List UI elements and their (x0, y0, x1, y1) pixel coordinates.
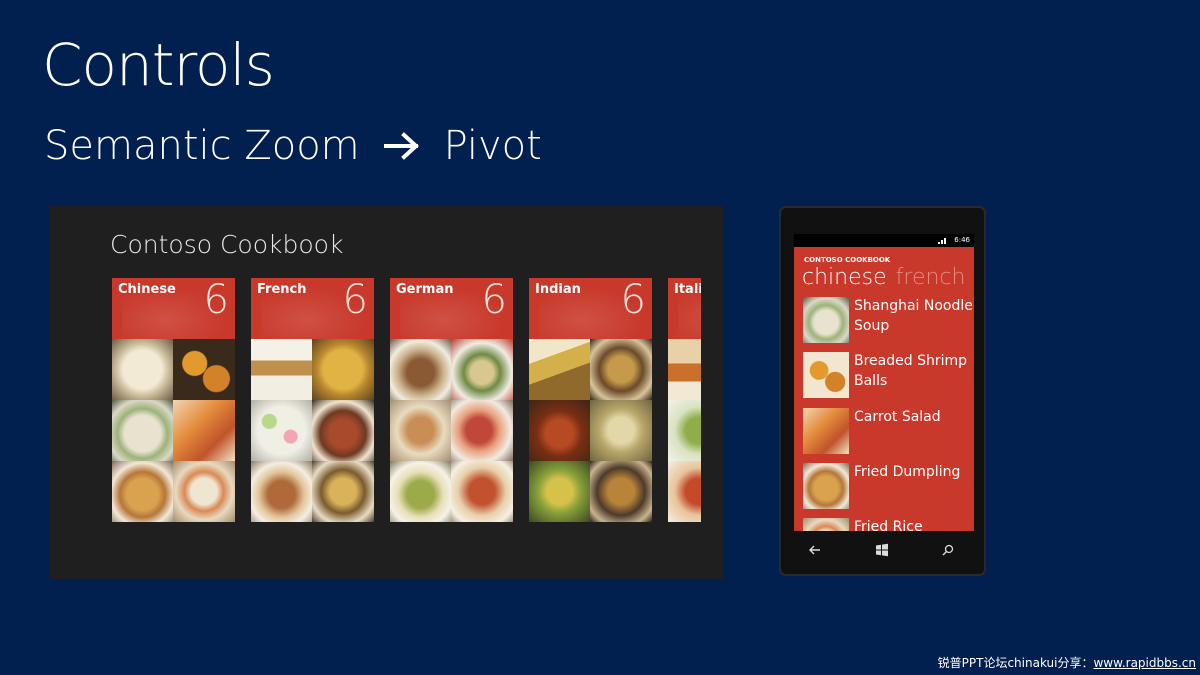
subtitle-semantic-zoom: Semantic Zoom (44, 123, 360, 169)
recipe-image[interactable] (529, 461, 590, 522)
dish-image (803, 463, 849, 509)
recipe-image[interactable] (590, 461, 652, 522)
slide-title: Controls (42, 31, 275, 99)
windows-start-icon[interactable] (875, 543, 889, 557)
status-time: 6:46 (954, 236, 970, 244)
search-icon[interactable] (941, 543, 955, 557)
phone-app-title: CONTOSO COOKBOOK (804, 256, 891, 264)
dish-image (803, 408, 849, 454)
group-indian[interactable]: Indian 6 (529, 278, 652, 522)
recipe-image[interactable] (451, 461, 513, 522)
recipe-image[interactable] (312, 400, 374, 461)
footer-link[interactable]: www.rapidbbs.cn (1093, 656, 1196, 670)
windows-phone: 6:46 CONTOSO COOKBOOK chinese french ger… (779, 206, 986, 576)
pivot-header[interactable]: chinese french german (802, 265, 974, 290)
slide-subtitle: Semantic Zoom Pivot (44, 122, 542, 170)
recipe-image[interactable] (312, 461, 374, 522)
dish-image (803, 518, 849, 531)
footer-text: 锐普PPT论坛chinakui分享： (937, 656, 1094, 670)
recipe-image[interactable] (668, 461, 701, 522)
recipe-image[interactable] (112, 461, 173, 522)
recipe-image[interactable] (390, 461, 451, 522)
right-arrow-icon (383, 132, 419, 160)
dish-name: Shanghai Noodle Soup (854, 298, 973, 334)
recipe-image[interactable] (390, 400, 451, 461)
group-name: French (257, 282, 307, 297)
recipe-image[interactable] (112, 339, 173, 400)
dish-image (803, 352, 849, 398)
dish-item[interactable]: Shanghai Noodle Soup (803, 297, 973, 345)
dish-name: Fried Rice (854, 519, 923, 531)
group-french[interactable]: French 6 (251, 278, 374, 522)
group-count: 6 (203, 278, 229, 323)
pivot-item-french[interactable]: french (896, 265, 966, 290)
group-italian[interactable]: Italian (668, 278, 701, 522)
phone-nav-bar (781, 540, 984, 562)
group-count: 6 (481, 278, 507, 323)
recipe-image[interactable] (112, 400, 173, 461)
group-count: 6 (342, 278, 368, 323)
group-chinese[interactable]: Chinese 6 (112, 278, 235, 522)
group-count: 6 (620, 278, 646, 323)
recipe-image[interactable] (451, 400, 513, 461)
group-name: Indian (535, 282, 581, 297)
dish-item[interactable]: Breaded Shrimp Balls (803, 352, 973, 400)
recipe-image[interactable] (590, 400, 652, 461)
dish-name: Fried Dumpling (854, 464, 961, 480)
signal-icon (938, 238, 946, 244)
recipe-image[interactable] (529, 339, 590, 400)
recipe-image[interactable] (173, 400, 235, 461)
group-name: German (396, 282, 454, 297)
windows-app-screenshot: Contoso Cookbook Chinese 6 French 6 Germ… (50, 206, 723, 579)
pivot-item-chinese[interactable]: chinese (802, 265, 887, 290)
dish-image (803, 297, 849, 343)
group-name: Chinese (118, 282, 176, 297)
group-header[interactable]: Chinese 6 (112, 278, 235, 339)
recipe-image[interactable] (590, 339, 652, 400)
dish-name: Breaded Shrimp Balls (854, 353, 968, 389)
group-name: Italian (674, 282, 701, 297)
dish-item[interactable]: Fried Dumpling (803, 463, 973, 511)
group-german[interactable]: German 6 (390, 278, 513, 522)
dish-item[interactable]: Carrot Salad (803, 408, 973, 456)
recipe-image[interactable] (312, 339, 374, 400)
recipe-image[interactable] (668, 400, 701, 461)
group-header[interactable]: German 6 (390, 278, 513, 339)
phone-screen: 6:46 CONTOSO COOKBOOK chinese french ger… (794, 234, 974, 531)
recipe-image[interactable] (668, 339, 701, 400)
group-header[interactable]: French 6 (251, 278, 374, 339)
footer-credit: 锐普PPT论坛chinakui分享：www.rapidbbs.cn (938, 654, 1196, 671)
recipe-image[interactable] (251, 461, 312, 522)
recipe-image[interactable] (390, 339, 451, 400)
recipe-image[interactable] (451, 339, 513, 400)
app-title: Contoso Cookbook (110, 230, 344, 259)
recipe-image[interactable] (251, 400, 312, 461)
recipe-image[interactable] (173, 339, 235, 400)
recipe-image[interactable] (251, 339, 312, 400)
recipe-image[interactable] (173, 461, 235, 522)
group-header[interactable]: Indian 6 (529, 278, 652, 339)
group-list[interactable]: Chinese 6 French 6 German 6 Indian 6 Ita… (112, 278, 701, 522)
recipe-image[interactable] (529, 400, 590, 461)
dish-name: Carrot Salad (854, 409, 941, 425)
dish-item[interactable]: Fried Rice (803, 518, 973, 531)
back-icon[interactable] (808, 543, 822, 557)
group-header[interactable]: Italian (668, 278, 701, 339)
status-bar: 6:46 (794, 234, 974, 247)
subtitle-pivot: Pivot (443, 123, 542, 169)
